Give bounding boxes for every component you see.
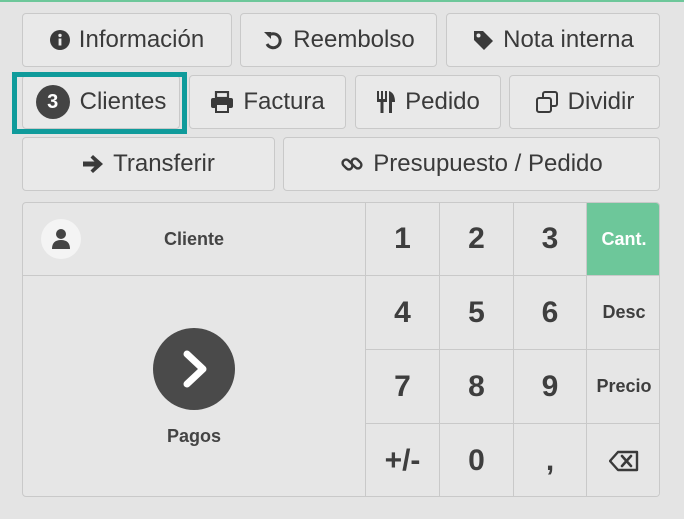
information-button[interactable]: Información xyxy=(22,13,232,67)
numpad-key-1[interactable]: 1 xyxy=(365,203,439,276)
transfer-label: Transferir xyxy=(113,150,215,177)
numpad-key-8[interactable]: 8 xyxy=(439,350,513,424)
numpad-key-6[interactable]: 6 xyxy=(513,276,586,350)
internal-note-label: Nota interna xyxy=(503,26,634,53)
arrow-right-icon xyxy=(82,154,104,174)
set-customer-button[interactable]: Cliente xyxy=(23,203,365,276)
order-label: Pedido xyxy=(405,88,480,115)
numpad-key-3[interactable]: 3 xyxy=(513,203,586,276)
clone-icon xyxy=(535,90,559,114)
customer-label: Cliente xyxy=(163,229,224,249)
info-circle-icon xyxy=(49,30,70,50)
numpad-key-7[interactable]: 7 xyxy=(365,350,439,424)
printer-icon xyxy=(210,91,234,113)
link-icon xyxy=(340,152,364,176)
payment-label: Pagos xyxy=(166,426,222,446)
numpad-panel: Cliente Pagos 1 2 3 Cant. 4 5 6 Desc 7 8… xyxy=(22,202,660,497)
customers-button-highlight xyxy=(12,72,187,134)
quote-order-button[interactable]: Presupuesto / Pedido xyxy=(283,137,660,191)
numpad-key-5[interactable]: 5 xyxy=(439,276,513,350)
top-accent-line xyxy=(0,0,684,2)
split-button[interactable]: Dividir xyxy=(509,75,660,129)
discount-mode-button[interactable]: Desc xyxy=(586,276,659,350)
numpad-key-0[interactable]: 0 xyxy=(439,424,513,496)
transfer-button[interactable]: Transferir xyxy=(22,137,275,191)
order-button[interactable]: Pedido xyxy=(355,75,501,129)
backspace-icon xyxy=(609,450,639,472)
refund-button[interactable]: Reembolso xyxy=(240,13,437,67)
quantity-mode-button[interactable]: Cant. xyxy=(586,203,659,276)
tag-icon xyxy=(472,29,494,51)
numpad-key-2[interactable]: 2 xyxy=(439,203,513,276)
split-label: Dividir xyxy=(567,88,635,115)
numpad-key-decimal[interactable]: , xyxy=(513,424,586,496)
utensils-icon xyxy=(376,90,396,114)
undo-icon xyxy=(262,29,284,51)
information-label: Información xyxy=(78,26,205,53)
numpad-key-plus-minus[interactable]: +/- xyxy=(365,424,439,496)
backspace-button[interactable] xyxy=(586,424,659,496)
payment-button[interactable]: Pagos xyxy=(23,276,365,496)
quote-order-label: Presupuesto / Pedido xyxy=(373,150,603,177)
price-mode-button[interactable]: Precio xyxy=(586,350,659,424)
refund-label: Reembolso xyxy=(293,26,415,53)
numpad-key-9[interactable]: 9 xyxy=(513,350,586,424)
internal-note-button[interactable]: Nota interna xyxy=(446,13,660,67)
invoice-label: Factura xyxy=(243,88,325,115)
invoice-button[interactable]: Factura xyxy=(189,75,346,129)
numpad-key-4[interactable]: 4 xyxy=(365,276,439,350)
chevron-right-icon xyxy=(153,328,235,410)
